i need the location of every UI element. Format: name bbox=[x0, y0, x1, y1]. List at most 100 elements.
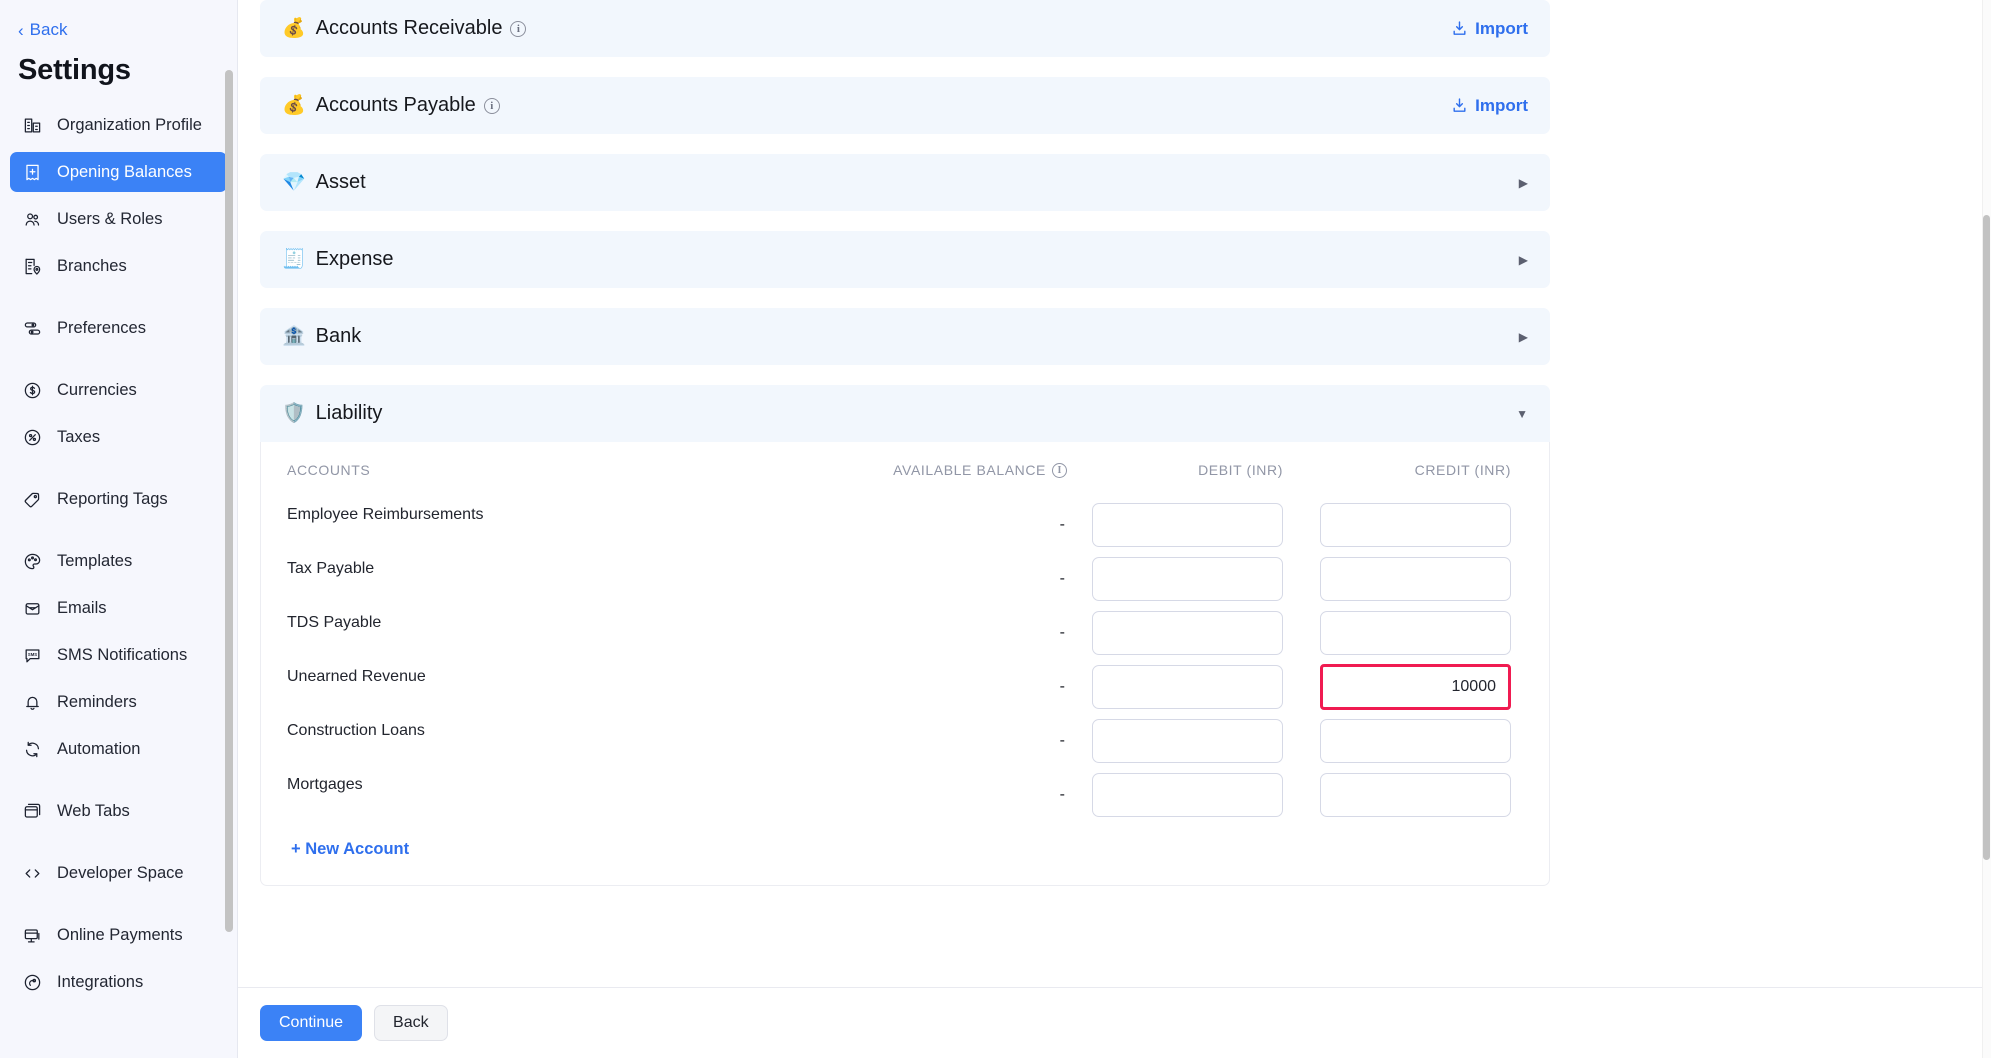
import-button[interactable]: Import bbox=[1451, 19, 1528, 39]
page-scrollbar-track[interactable] bbox=[1982, 0, 1991, 1058]
column-header-available-balance-label: AVAILABLE BALANCE bbox=[893, 462, 1046, 478]
sidebar-scrollbar-track[interactable] bbox=[225, 70, 233, 932]
sidebar-item-taxes[interactable]: Taxes bbox=[10, 417, 227, 457]
section-gap bbox=[238, 134, 1985, 154]
section-gap bbox=[238, 211, 1985, 231]
section-gap bbox=[238, 365, 1985, 385]
table-row: Mortgages- bbox=[261, 768, 1549, 822]
debit-input[interactable] bbox=[1092, 503, 1283, 547]
main-content: 💰Accounts ReceivableiImport💰Accounts Pay… bbox=[238, 0, 1991, 1058]
section-header-accounts-payable[interactable]: 💰Accounts PayableiImport bbox=[260, 77, 1550, 134]
sidebar-item-automation[interactable]: Automation bbox=[10, 729, 227, 769]
section-title: Bank bbox=[316, 325, 362, 348]
debit-input[interactable] bbox=[1092, 719, 1283, 763]
sidebar-item-label: Developer Space bbox=[57, 864, 184, 883]
sidebar-item-organization-profile[interactable]: Organization Profile bbox=[10, 105, 227, 145]
credit-cell bbox=[1297, 557, 1527, 601]
receipt-plus-icon bbox=[22, 162, 43, 183]
debit-input[interactable] bbox=[1092, 557, 1283, 601]
chevron-right-icon[interactable]: ▶ bbox=[1519, 254, 1528, 266]
settings-sidebar: ‹ Back Settings Organization Profile Open… bbox=[0, 0, 238, 1058]
available-balance-value: - bbox=[727, 678, 1067, 696]
sliders-icon bbox=[22, 318, 43, 339]
account-name: Tax Payable bbox=[287, 552, 727, 578]
info-icon[interactable]: i bbox=[510, 21, 526, 37]
sidebar-item-currencies[interactable]: Currencies bbox=[10, 370, 227, 410]
integration-circle-icon bbox=[22, 972, 43, 993]
percent-circle-icon bbox=[22, 427, 43, 448]
section-accounts-payable: 💰Accounts PayableiImport bbox=[260, 77, 1550, 134]
page-title: Settings bbox=[0, 40, 237, 105]
settings-page: ‹ Back Settings Organization Profile Open… bbox=[0, 0, 1991, 1058]
section-asset: 💎 Asset ▶ bbox=[260, 154, 1550, 211]
sidebar-item-templates[interactable]: Templates bbox=[10, 541, 227, 581]
import-download-icon bbox=[1451, 20, 1468, 37]
sidebar-item-sms-notifications[interactable]: SMSSMS Notifications bbox=[10, 635, 227, 675]
debit-input[interactable] bbox=[1092, 611, 1283, 655]
credit-cell bbox=[1297, 664, 1527, 710]
sidebar-scrollbar-thumb[interactable] bbox=[225, 70, 233, 932]
sidebar-item-reminders[interactable]: Reminders bbox=[10, 682, 227, 722]
section-header-accounts-receivable[interactable]: 💰Accounts ReceivableiImport bbox=[260, 0, 1550, 57]
credit-cell bbox=[1297, 773, 1527, 817]
debit-input[interactable] bbox=[1092, 773, 1283, 817]
debit-cell bbox=[1067, 665, 1297, 709]
sidebar-item-label: Emails bbox=[57, 599, 107, 618]
credit-input[interactable] bbox=[1320, 503, 1511, 547]
sidebar-item-emails[interactable]: Emails bbox=[10, 588, 227, 628]
chevron-right-icon[interactable]: ▶ bbox=[1519, 177, 1528, 189]
import-button[interactable]: Import bbox=[1451, 96, 1528, 116]
back-link[interactable]: ‹ Back bbox=[0, 0, 237, 40]
continue-button[interactable]: Continue bbox=[260, 1005, 362, 1041]
table-row: Tax Payable- bbox=[261, 552, 1549, 606]
users-icon bbox=[22, 209, 43, 230]
sidebar-item-online-payments[interactable]: Online Payments bbox=[10, 915, 227, 955]
section-title: Asset bbox=[316, 171, 366, 194]
debit-cell bbox=[1067, 503, 1297, 547]
chevron-right-icon[interactable]: ▶ bbox=[1519, 331, 1528, 343]
sidebar-item-branches[interactable]: Branches bbox=[10, 246, 227, 286]
info-icon[interactable]: i bbox=[484, 98, 500, 114]
sidebar-item-label: Taxes bbox=[57, 428, 100, 447]
info-icon[interactable]: i bbox=[1052, 463, 1067, 478]
credit-input[interactable] bbox=[1320, 557, 1511, 601]
sms-chat-icon: SMS bbox=[22, 645, 43, 666]
svg-text:SMS: SMS bbox=[28, 651, 37, 656]
sidebar-nav: Organization Profile Opening Balances User… bbox=[0, 105, 237, 1002]
diamond-icon: 💎 bbox=[282, 173, 306, 192]
credit-input[interactable] bbox=[1320, 773, 1511, 817]
sidebar-item-preferences[interactable]: Preferences bbox=[10, 308, 227, 348]
sidebar-item-integrations[interactable]: Integrations bbox=[10, 962, 227, 1002]
sidebar-item-developer-space[interactable]: Developer Space bbox=[10, 853, 227, 893]
sidebar-item-opening-balances[interactable]: Opening Balances bbox=[10, 152, 227, 192]
credit-input[interactable] bbox=[1320, 719, 1511, 763]
receipt-icon: 🧾 bbox=[282, 250, 306, 269]
back-link-label: Back bbox=[30, 20, 68, 40]
browser-window-icon bbox=[22, 801, 43, 822]
sidebar-item-reporting-tags[interactable]: Reporting Tags bbox=[10, 479, 227, 519]
sidebar-item-web-tabs[interactable]: Web Tabs bbox=[10, 791, 227, 831]
debit-cell bbox=[1067, 773, 1297, 817]
credit-input[interactable] bbox=[1320, 664, 1511, 710]
table-row: Construction Loans- bbox=[261, 714, 1549, 768]
back-button[interactable]: Back bbox=[374, 1005, 448, 1041]
new-account-button[interactable]: + New Account bbox=[261, 822, 409, 859]
chevron-left-icon: ‹ bbox=[18, 22, 24, 39]
section-header-asset[interactable]: 💎 Asset ▶ bbox=[260, 154, 1550, 211]
sidebar-item-users-roles[interactable]: Users & Roles bbox=[10, 199, 227, 239]
account-name: Construction Loans bbox=[287, 714, 727, 740]
account-name: Mortgages bbox=[287, 768, 727, 794]
form-footer: Continue Back bbox=[238, 987, 1985, 1058]
section-header-expense[interactable]: 🧾Expense▶ bbox=[260, 231, 1550, 288]
credit-input[interactable] bbox=[1320, 611, 1511, 655]
page-scrollbar-thumb[interactable] bbox=[1983, 215, 1990, 860]
table-row: TDS Payable- bbox=[261, 606, 1549, 660]
debit-input[interactable] bbox=[1092, 665, 1283, 709]
sections-container: 💰Accounts ReceivableiImport💰Accounts Pay… bbox=[238, 0, 1985, 886]
section-header-bank[interactable]: 🏦Bank▶ bbox=[260, 308, 1550, 365]
chevron-down-icon[interactable]: ▼ bbox=[1516, 408, 1528, 420]
sidebar-item-label: Currencies bbox=[57, 381, 137, 400]
available-balance-value: - bbox=[727, 624, 1067, 642]
section-header-liability[interactable]: 🛡️Liability▼ bbox=[260, 385, 1550, 442]
sidebar-item-label: Users & Roles bbox=[57, 210, 162, 229]
